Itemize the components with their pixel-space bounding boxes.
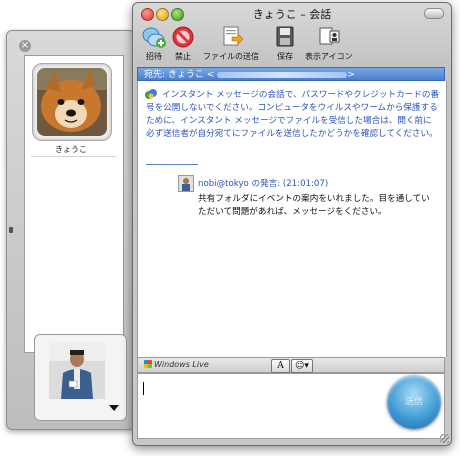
recipient-bar: 宛先: きょうこ < >	[137, 67, 445, 81]
contact-picture-frame[interactable]	[32, 63, 112, 141]
sender-avatar	[178, 175, 194, 192]
security-warning-text: インスタント メッセージの会話で、パスワードやクレジットカードの番号を公開しない…	[146, 90, 440, 139]
text-caret	[143, 382, 144, 395]
close-drawer-icon[interactable]: ×	[19, 40, 31, 52]
title-bar[interactable]: きょうこ – 会話	[133, 3, 451, 23]
toolbar-toggle-button[interactable]	[424, 8, 444, 19]
contact-panel: きょうこ	[24, 55, 124, 353]
block-button[interactable]: 禁止	[170, 25, 196, 62]
send-button[interactable]: 送信	[387, 375, 441, 429]
block-icon	[172, 26, 194, 48]
font-button[interactable]: A	[271, 359, 290, 373]
toolbar: 招待 禁止 ファイルの送信 保存 表示アイコン	[133, 23, 451, 65]
display-icon	[319, 27, 340, 45]
save-icon	[276, 26, 294, 47]
save-label: 保存	[277, 52, 293, 61]
contact-drawer: × きょうこ	[6, 30, 135, 430]
save-button[interactable]: 保存	[272, 25, 298, 62]
invite-button[interactable]: 招待	[141, 25, 167, 62]
message-sender-header: nobi@tokyo の発言: (21:01:07)	[198, 179, 329, 189]
resize-grip-icon[interactable]	[440, 434, 449, 443]
send-file-button[interactable]: ファイルの送信	[203, 25, 259, 62]
contact-picture	[37, 68, 107, 136]
invite-label: 招待	[146, 52, 162, 61]
windows-flag-icon	[144, 360, 152, 368]
send-file-label: ファイルの送信	[203, 52, 259, 61]
send-file-icon	[223, 26, 244, 46]
windows-live-text: Windows Live	[154, 360, 209, 369]
window-title: きょうこ – 会話	[252, 8, 332, 21]
emoticon-button[interactable]: ☺▾	[291, 359, 313, 373]
contact-name: きょうこ	[55, 145, 87, 154]
picture-menu-arrow-icon[interactable]	[109, 405, 119, 411]
recipient-text: 宛先: きょうこ <	[144, 70, 215, 80]
conversation-window: きょうこ – 会話 招待 禁止 ファイルの送信 保存 表示アイコン 宛先: きょ…	[132, 2, 452, 446]
display-icon-label: 表示アイコン	[305, 52, 353, 61]
invite-icon	[142, 27, 166, 48]
input-toolbar: Windows Live A ☺▾	[137, 357, 445, 373]
message-text: 共有フォルダにイベントの案内をいれました。目を通していただいて問題があれば、メッ…	[198, 194, 430, 217]
message-divider	[146, 164, 198, 165]
my-picture-box[interactable]	[34, 334, 127, 421]
recipient-address-redacted	[217, 71, 348, 78]
drawer-divider	[31, 156, 116, 157]
drawer-handle-icon[interactable]	[9, 227, 13, 233]
windows-live-logo: Windows Live	[144, 360, 209, 369]
my-picture	[49, 343, 105, 399]
block-label: 禁止	[175, 52, 191, 61]
recipient-suffix: >	[347, 70, 355, 80]
message-history[interactable]: インスタント メッセージの会話で、パスワードやクレジットカードの番号を公開しない…	[137, 81, 447, 357]
display-icon-button[interactable]: 表示アイコン	[305, 25, 353, 62]
